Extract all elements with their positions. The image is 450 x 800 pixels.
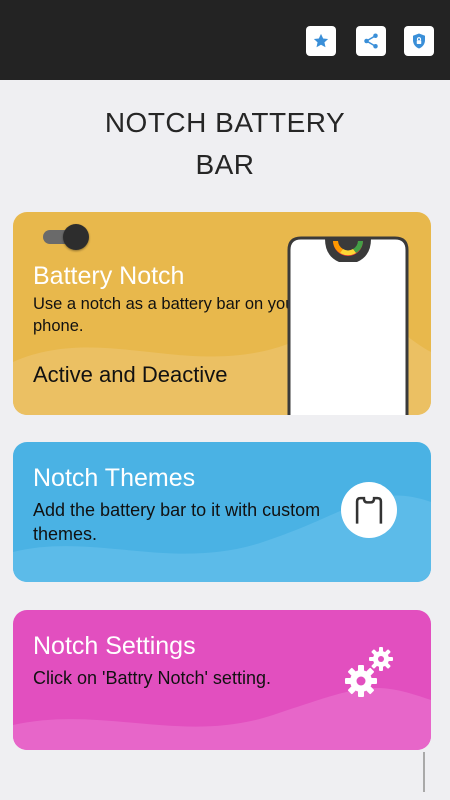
phone-illustration — [287, 236, 409, 415]
battery-notch-status: Active and Deactive — [33, 362, 228, 387]
page-title-line-2: BAR — [195, 149, 255, 180]
privacy-button[interactable] — [404, 26, 434, 56]
toggle-knob — [63, 224, 89, 250]
top-app-bar — [0, 0, 450, 80]
scroll-indicator — [423, 752, 425, 792]
notch-settings-title: Notch Settings — [33, 632, 196, 660]
battery-notch-toggle[interactable] — [41, 224, 89, 250]
page-title-line-1: NOTCH BATTERY — [104, 107, 346, 138]
battery-notch-title: Battery Notch — [33, 262, 185, 290]
gears-icon — [345, 647, 393, 697]
notch-theme-icon — [341, 482, 397, 538]
battery-notch-description: Use a notch as a battery bar on your pho… — [33, 295, 300, 335]
page-title: NOTCH BATTERY BAR — [0, 102, 450, 186]
notch-settings-description: Click on 'Battry Notch' setting. — [33, 668, 271, 688]
notch-themes-description: Add the battery bar to it with custom th… — [33, 500, 321, 544]
star-icon — [313, 33, 329, 48]
notch-themes-title: Notch Themes — [33, 464, 196, 492]
share-button[interactable] — [356, 26, 386, 56]
notch-themes-card[interactable]: Notch Themes Add the battery bar to it w… — [13, 442, 431, 582]
notch-settings-card[interactable]: Notch Settings Click on 'Battry Notch' s… — [13, 610, 431, 750]
share-icon — [364, 33, 378, 49]
battery-notch-card[interactable]: Battery Notch Use a notch as a battery b… — [13, 212, 431, 415]
rate-button[interactable] — [306, 26, 336, 56]
shield-lock-icon — [413, 33, 425, 49]
